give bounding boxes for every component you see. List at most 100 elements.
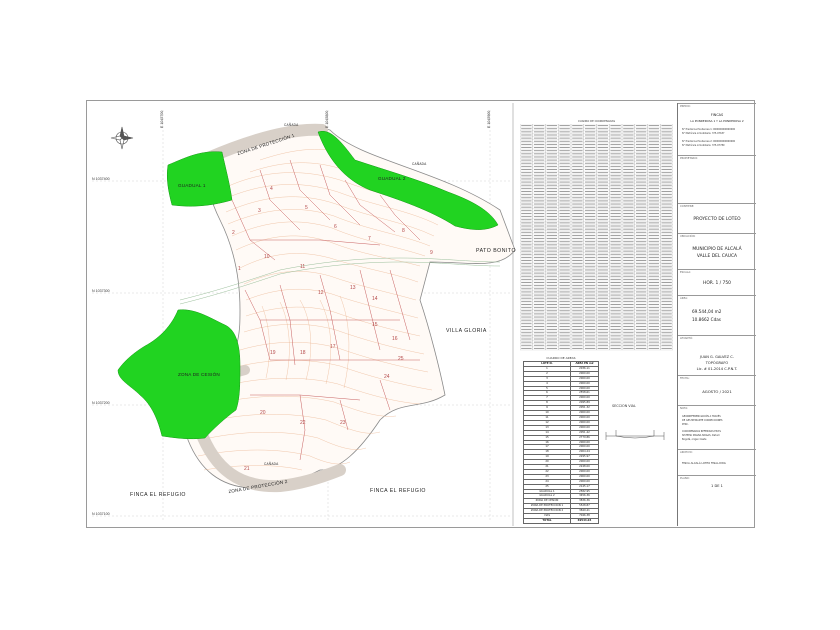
coord-cell-text [597,282,609,283]
coord-cell-text [648,266,660,268]
coord-cell-text [597,325,609,327]
coord-cell-text [661,294,672,296]
coord-cell-text [584,322,596,324]
coord-cell-text [546,294,558,296]
coord-cell-text [584,156,596,158]
coord-cell-text [635,194,647,196]
coord-cell-text [584,247,596,249]
coord-cell-text [648,134,660,136]
coord-cell-text [648,325,660,327]
section-title: SECCION VIAL [612,404,636,408]
coord-cell-text [533,247,545,249]
coord-cell-text [648,347,660,349]
coord-cell-text [635,247,647,249]
coord-cell-text [521,244,532,246]
coord-cell-text [521,194,532,196]
tb-archivo-head: ARCHIVO: [680,451,693,454]
coord-cell-text [597,316,609,318]
coord-cell-text [597,285,609,287]
coord-cell-text [572,335,583,337]
coord-cell-text [623,231,634,233]
coord-cell-text [610,304,621,305]
coord-cell-text [533,272,545,274]
coord-cell-text [623,256,634,258]
coord-cell-text [610,153,621,155]
coord-cell-text [559,266,570,268]
coord-cell-text [572,241,583,243]
coord-cell-text [584,191,596,192]
coord-cell-text [559,335,570,337]
tb-fecha-val: AGOSTO / 2021 [702,389,732,394]
coord-cell-text [597,191,609,192]
coord-cell-text [635,307,647,309]
coord-cell-text [661,219,672,221]
coord-cell-text [584,335,596,337]
coord-cell-text [597,272,609,274]
coord-cell-text [623,325,634,327]
coord-cell-text [572,294,583,296]
label-pato-bonito: PATO BONITO [476,248,516,254]
coord-cell-text [635,332,647,334]
coord-cell-text [648,313,660,315]
coord-cell-text [533,156,545,158]
coord-cell-text [610,197,621,199]
coord-cell-text [635,156,647,158]
coord-cell-text [533,244,545,246]
coord-cell-text [546,216,558,218]
coord-cell-text [584,219,596,221]
coord-cell-text [521,275,532,277]
coord-cell-text [648,162,660,164]
coord-cell-text [610,260,621,262]
coord-cell-text [648,206,660,208]
coord-cell-text [584,304,596,305]
coord-cell-text [584,225,596,227]
coord-cell-text [533,266,545,268]
coord-cell-text [546,247,558,249]
coord-cell-text [610,294,621,296]
coord-cell-text [521,150,532,152]
coord-cell-text [521,329,532,331]
coord-cell-text [584,140,596,142]
coord-cell-text [648,344,660,346]
coord-cell-text [546,300,558,302]
coord-cell-text [610,181,621,183]
coord-cell-text [521,184,532,186]
coord-cell-text [597,187,609,189]
coord-cell-text [635,181,647,183]
coord-cell-text [559,278,570,280]
coord-cell-text [559,291,570,293]
tb-ubicacion-val: MUNICIPIO DE ALCALÁ VALLE DEL CAUCA [692,247,742,259]
coord-cell-text [648,125,660,127]
coord-cell-text [559,344,570,346]
coord-cell-text [533,278,545,280]
coord-cell-text [635,147,647,149]
coord-cell-text [623,297,634,299]
coord-cell-text [635,256,647,258]
coord-cell-text [546,335,558,337]
coord-cell-text [546,322,558,324]
coord-cell-text [584,282,596,283]
coord-cell-text [610,250,621,252]
coordinate-table-grid [520,124,673,351]
coord-cell-text [610,322,621,324]
coord-cell-text [533,304,545,305]
coord-cell-text [623,234,634,236]
coord-cell-text [610,307,621,309]
coord-cell-text [546,203,558,205]
coord-cell-text [661,181,672,183]
coord-cell-text [635,153,647,155]
coord-cell-text [635,172,647,174]
coord-cell-text [610,216,621,218]
coord-cell-text [559,169,570,170]
coord-cell-text [584,209,596,211]
lot-number-20: 20 [260,410,266,416]
coord-cell-text [648,244,660,246]
coord-cell-text [584,310,596,312]
coord-cell-text [661,156,672,158]
coord-cell-text [661,288,672,290]
coord-cell-text [546,165,558,167]
coord-cell-text [661,150,672,152]
coord-cell-text [521,332,532,334]
coord-cell-text [572,304,583,305]
coord-cell-text [572,181,583,183]
